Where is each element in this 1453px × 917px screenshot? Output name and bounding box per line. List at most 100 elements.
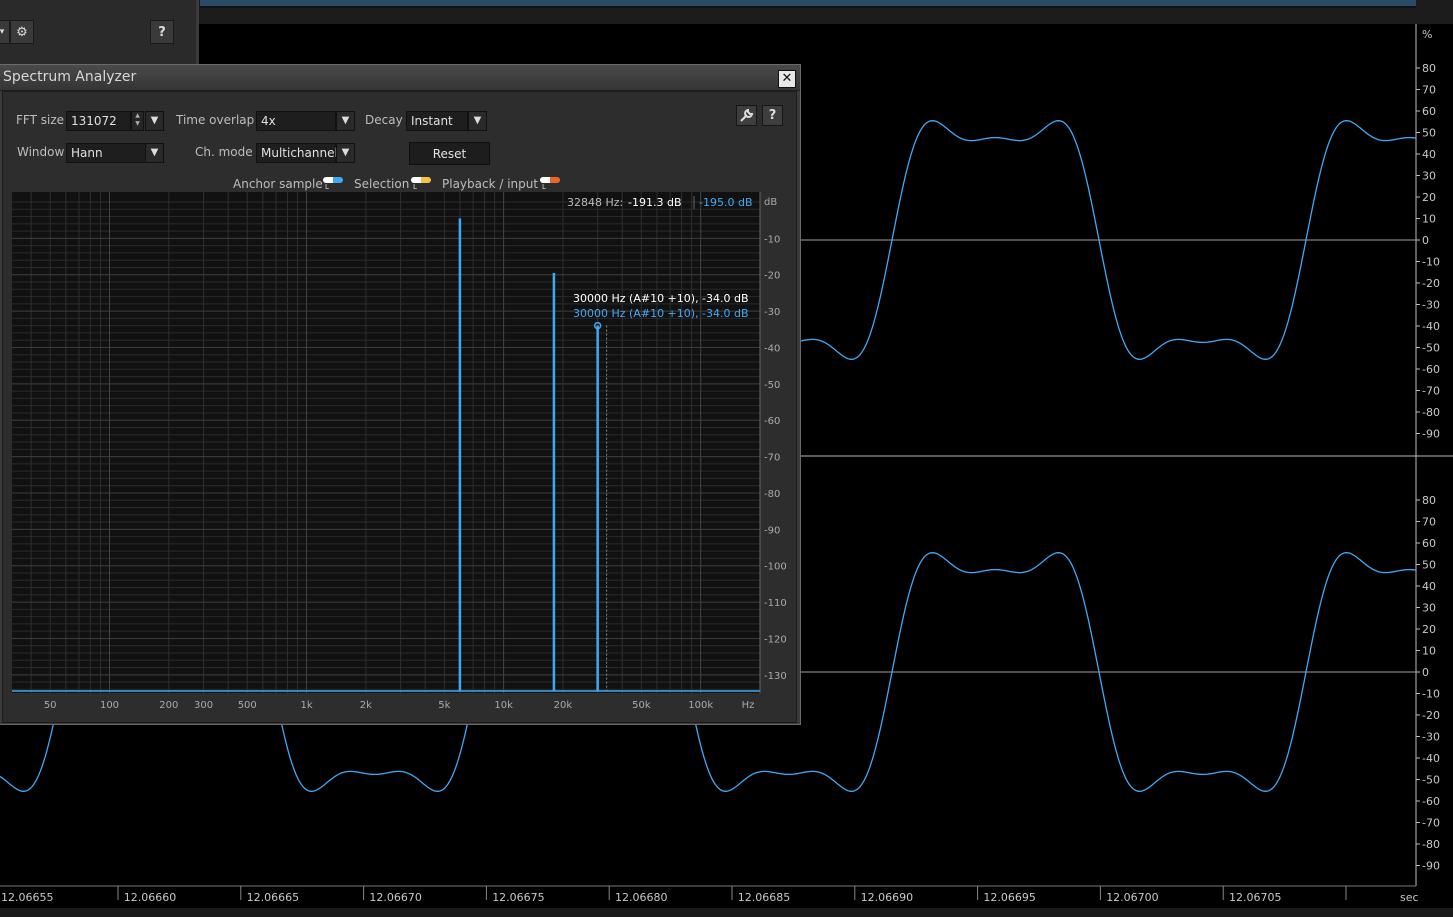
- lower-amplitude-label: -70: [1422, 817, 1440, 830]
- bottom-toolbar: [0, 908, 1453, 917]
- chevron-down-icon[interactable]: ▼: [145, 143, 164, 163]
- db-unit-label: dB: [764, 197, 777, 208]
- upper-amplitude-label: -20: [1422, 277, 1440, 290]
- lower-amplitude-label: 40: [1422, 580, 1436, 593]
- window-titlebar[interactable]: Spectrum Analyzer ✕: [0, 65, 800, 91]
- peak-label-right: 30000 Hz (A#10 +10), -34.0 dB: [573, 307, 749, 320]
- upper-amplitude-label: -80: [1422, 406, 1440, 419]
- upper-amplitude-label: -10: [1422, 256, 1440, 269]
- time-label: 12.06700: [1106, 891, 1159, 904]
- lower-amplitude-label: -60: [1422, 795, 1440, 808]
- fft-size-stepper[interactable]: ▲ ▼: [131, 111, 144, 131]
- upper-amplitude-label: 20: [1422, 191, 1436, 204]
- lower-amplitude-label: 60: [1422, 537, 1436, 550]
- upper-amplitude-label: 70: [1422, 84, 1436, 97]
- chevron-down-icon[interactable]: ▼: [336, 143, 355, 163]
- amplitude-unit-label: %: [1422, 28, 1432, 41]
- window-label: Window: [17, 145, 65, 159]
- anchor-sample-swatch[interactable]: L R: [323, 177, 343, 199]
- upper-amplitude-label: -40: [1422, 320, 1440, 333]
- chevron-down-icon[interactable]: ▼: [145, 111, 164, 131]
- lower-amplitude-label: -20: [1422, 709, 1440, 722]
- time-label: 12.06695: [983, 891, 1036, 904]
- fft-size-input[interactable]: 131072: [66, 111, 131, 131]
- playback-input-swatch[interactable]: L R: [540, 177, 560, 199]
- hz-tick-label: 5k: [438, 700, 450, 711]
- db-tick-label: -90: [764, 525, 780, 536]
- time-overlap-select[interactable]: 4x: [256, 111, 336, 131]
- time-unit-label: sec: [1400, 891, 1419, 904]
- lower-amplitude-label: 20: [1422, 623, 1436, 636]
- upper-amplitude-label: -30: [1422, 299, 1440, 312]
- lower-amplitude-label: -10: [1422, 688, 1440, 701]
- upper-amplitude-label: 50: [1422, 127, 1436, 140]
- hz-tick-label: 200: [159, 700, 178, 711]
- upper-amplitude-label: 0: [1422, 234, 1429, 247]
- db-tick-label: -110: [764, 598, 787, 609]
- window-select[interactable]: Hann: [66, 143, 146, 163]
- cursor-db-right-readout: -195.0 dB: [699, 196, 753, 209]
- hz-tick-label: 500: [238, 700, 257, 711]
- upper-amplitude-label: 60: [1422, 105, 1436, 118]
- ch-mode-label: Ch. mode: [195, 145, 253, 159]
- upper-amplitude-label: 80: [1422, 62, 1436, 75]
- time-overlap-label: Time overlap: [176, 113, 255, 127]
- playback-input-label: Playback / input: [442, 177, 539, 191]
- help-button[interactable]: ?: [762, 105, 783, 126]
- hz-tick-label: 1k: [300, 700, 312, 711]
- upper-amplitude-label: -50: [1422, 342, 1440, 355]
- lower-amplitude-label: -40: [1422, 752, 1440, 765]
- lower-amplitude-label: -30: [1422, 731, 1440, 744]
- fft-size-label: FFT size: [16, 113, 65, 127]
- hz-axis-bar: [12, 693, 794, 712]
- upper-amplitude-label: 40: [1422, 148, 1436, 161]
- db-tick-label: -80: [764, 489, 780, 500]
- time-label: 12.06675: [492, 891, 545, 904]
- chevron-down-icon[interactable]: ▼: [336, 111, 355, 131]
- hz-tick-label: 20k: [554, 700, 573, 711]
- lower-amplitude-label: 0: [1422, 666, 1429, 679]
- selection-swatch[interactable]: L R: [411, 177, 431, 199]
- anchor-sample-label: Anchor sample: [233, 177, 323, 191]
- time-label: 12.06705: [1229, 891, 1282, 904]
- decay-label: Decay: [365, 113, 403, 127]
- upper-amplitude-label: 30: [1422, 170, 1436, 183]
- selection-label: Selection: [354, 177, 410, 191]
- upper-amplitude-label: -70: [1422, 385, 1440, 398]
- hz-tick-label: 2k: [360, 700, 372, 711]
- window-title: Spectrum Analyzer: [3, 69, 137, 85]
- lower-amplitude-label: -50: [1422, 774, 1440, 787]
- lower-amplitude-label: 70: [1422, 516, 1436, 529]
- upper-amplitude-label: -90: [1422, 428, 1440, 441]
- lower-amplitude-label: -80: [1422, 838, 1440, 851]
- reset-button[interactable]: Reset: [409, 142, 490, 165]
- db-tick-label: -10: [764, 234, 780, 245]
- cursor-frequency-readout: 32848 Hz:: [567, 196, 624, 209]
- time-label: 12.06685: [738, 891, 791, 904]
- wrench-icon[interactable]: [736, 105, 757, 126]
- db-tick-label: -100: [764, 562, 787, 573]
- db-tick-label: -40: [764, 343, 780, 354]
- chevron-down-icon[interactable]: ▼: [468, 111, 487, 131]
- time-label: 12.06660: [124, 891, 177, 904]
- lower-amplitude-label: 10: [1422, 645, 1436, 658]
- close-icon[interactable]: ✕: [778, 70, 796, 88]
- hz-tick-label: 300: [194, 700, 213, 711]
- spectrum-chart[interactable]: dB -10 -20 -30 -40 -50 -60 -70 -80 -90 -100 -110 -12…: [12, 192, 794, 712]
- overview-bar-divider: [200, 6, 1416, 8]
- cursor-db-left-readout: -191.3 dB: [628, 196, 682, 209]
- upper-amplitude-label: 10: [1422, 213, 1436, 226]
- time-label: 12.06680: [615, 891, 668, 904]
- hz-tick-label: 10k: [494, 700, 513, 711]
- db-tick-label: -130: [764, 671, 787, 682]
- db-tick-label: -30: [764, 307, 780, 318]
- lower-amplitude-label: 50: [1422, 559, 1436, 572]
- db-tick-label: -120: [764, 634, 787, 645]
- hz-tick-label: 50k: [632, 700, 651, 711]
- decay-select[interactable]: Instant: [406, 111, 468, 131]
- ch-mode-select[interactable]: Multichannel: [256, 143, 338, 163]
- db-tick-label: -70: [764, 453, 780, 464]
- time-label: 12.06670: [369, 891, 422, 904]
- lower-amplitude-label: -90: [1422, 860, 1440, 873]
- lower-amplitude-label: 30: [1422, 602, 1436, 615]
